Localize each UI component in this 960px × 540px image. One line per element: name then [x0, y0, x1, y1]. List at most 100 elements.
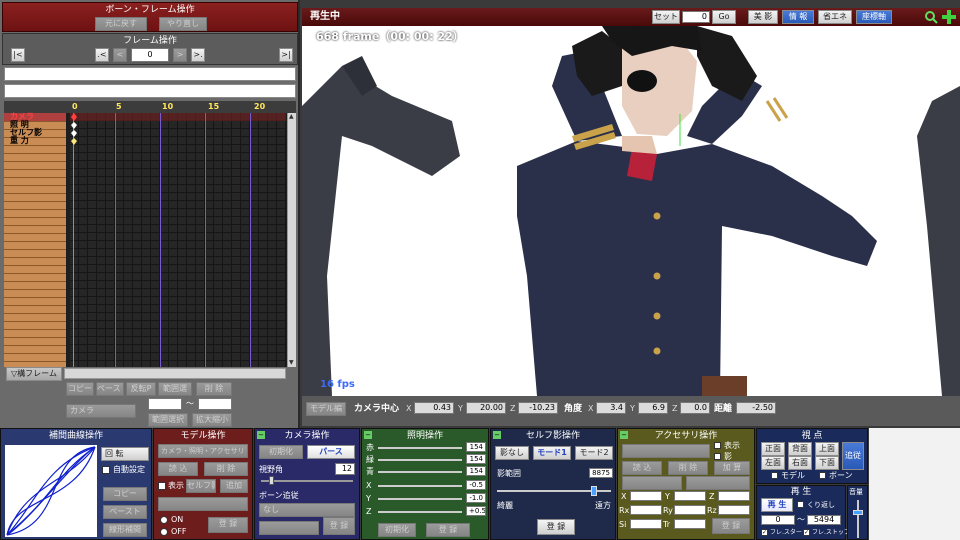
center-z-field[interactable]: -10.23 [518, 402, 558, 414]
linear-interp-button[interactable]: 線形補間 [103, 523, 147, 537]
shadow-mode2-button[interactable]: モード2 [575, 446, 613, 460]
accessory-load-button[interactable]: 読 込 [622, 461, 662, 475]
light-x-slider[interactable] [378, 485, 462, 487]
center-x-field[interactable]: 0.43 [414, 402, 454, 414]
view-bottom-button[interactable]: 下面 [815, 456, 839, 470]
view-follow-button[interactable]: 追従 [842, 442, 864, 470]
view-left-button[interactable]: 左面 [761, 456, 785, 470]
bone-follow-dropdown[interactable]: なし [259, 503, 355, 517]
on-radio[interactable] [160, 516, 168, 524]
shadow-mode1-button[interactable]: モード1 [533, 446, 571, 460]
timeline-scrollbar[interactable]: ▲ ▼ [287, 113, 296, 367]
accessory-dropdown[interactable] [622, 444, 710, 458]
acc-tr-field[interactable] [674, 519, 706, 529]
first-frame-button[interactable]: |< [11, 48, 25, 62]
copy-frame-button[interactable]: コピー [66, 382, 94, 396]
view-back-button[interactable]: 背面 [788, 442, 812, 456]
accessory-shadow-checkbox[interactable] [714, 453, 721, 460]
acc-rx-field[interactable] [630, 505, 662, 515]
fov-field[interactable]: 12 [335, 463, 355, 475]
light-r-field[interactable]: 154 [466, 442, 486, 452]
angle-z-field[interactable]: 0.0 [680, 402, 710, 414]
acc-z-field[interactable] [718, 491, 750, 501]
interp-curve-graph[interactable] [5, 445, 97, 537]
angle-x-field[interactable]: 3.4 [596, 402, 626, 414]
delete-frame-button[interactable]: 削 除 [196, 382, 232, 396]
prev-frame-button[interactable]: < [113, 48, 127, 62]
view-front-button[interactable]: 正面 [761, 442, 785, 456]
redo-button[interactable]: やり直し [159, 17, 207, 31]
auto-setting-checkbox[interactable] [102, 466, 110, 474]
light-z-slider[interactable] [378, 511, 462, 513]
center-y-field[interactable]: 20.00 [466, 402, 506, 414]
self-shadow-button[interactable]: セルフ影 [186, 479, 216, 493]
range-select-button[interactable]: 範囲選択 [148, 413, 188, 427]
interp-copy-button[interactable]: コピー [103, 487, 147, 501]
track-gravity[interactable]: 重 力 [4, 137, 66, 145]
show-model-checkbox[interactable] [158, 482, 166, 490]
view-top-button[interactable]: 上面 [815, 442, 839, 456]
scroll-up-icon[interactable]: ▲ [289, 114, 295, 120]
acc-y-field[interactable] [674, 491, 706, 501]
volume-thumb[interactable] [853, 510, 863, 515]
off-radio[interactable] [160, 528, 168, 536]
paste-frame-button[interactable]: ペースト [96, 382, 124, 396]
frame-start-checkbox[interactable]: ✓ [761, 529, 768, 536]
model-select-dropdown[interactable]: カメラ・照明・アクセサリ [158, 444, 248, 458]
light-y-field[interactable]: -1.0 [466, 493, 486, 503]
go-button[interactable]: Go [712, 10, 736, 24]
distance-field[interactable]: -2.50 [736, 402, 776, 414]
interp-paste-button[interactable]: ペースト [103, 505, 147, 519]
zoom-icon[interactable] [924, 10, 938, 24]
accessory-add-button[interactable]: 加 算 [714, 461, 750, 475]
accessory-target-dropdown[interactable] [686, 476, 750, 490]
acc-ry-field[interactable] [674, 505, 706, 515]
light-register-button[interactable]: 登 録 [426, 523, 470, 537]
fov-slider-thumb[interactable] [269, 476, 274, 485]
acc-si-field[interactable] [630, 519, 662, 529]
model-sub-dropdown[interactable] [158, 497, 248, 511]
accessory-bone-dropdown[interactable] [622, 476, 682, 490]
camera-register-button[interactable]: 登 録 [323, 517, 355, 535]
range-from-field[interactable] [148, 398, 182, 410]
model-add-button[interactable]: 追加 [220, 479, 248, 493]
play-button[interactable]: 再 生 [761, 498, 793, 512]
light-b-field[interactable]: 154 [466, 466, 486, 476]
keyframe-grid[interactable] [70, 113, 286, 367]
next-frame-button[interactable]: > [173, 48, 187, 62]
light-g-slider[interactable] [378, 459, 462, 461]
scroll-down-icon[interactable]: ▼ [289, 360, 295, 366]
play-to-field[interactable]: 5494 [807, 515, 841, 525]
range-to-field[interactable] [198, 398, 232, 410]
light-init-button[interactable]: 初期化 [378, 523, 416, 537]
shadow-range-thumb[interactable] [591, 486, 597, 496]
model-delete-button[interactable]: 削 除 [204, 462, 248, 476]
interp-type-dropdown[interactable]: 回 転 [101, 447, 149, 461]
light-r-slider[interactable] [378, 447, 462, 449]
light-y-slider[interactable] [378, 498, 462, 500]
shadow-range-field[interactable]: 8875 [589, 468, 613, 478]
vertical-select-button[interactable]: 範囲選 [158, 382, 192, 396]
beauty-shadow-button[interactable]: 美 影 [748, 10, 778, 24]
shadow-register-button[interactable]: 登 録 [537, 519, 575, 535]
fov-slider-track[interactable] [261, 480, 353, 482]
repeat-checkbox[interactable] [797, 501, 804, 508]
accessory-register-button[interactable]: 登 録 [712, 518, 750, 534]
model-load-button[interactable]: 読 込 [158, 462, 198, 476]
undo-button[interactable]: 元に戻す [95, 17, 147, 31]
model-select-dropdown[interactable]: カメラ [66, 404, 136, 418]
model-edit-button[interactable]: モデル編 [306, 402, 346, 416]
acc-rz-field[interactable] [718, 505, 750, 515]
move-icon[interactable] [942, 10, 956, 24]
set-frame-input[interactable]: 0 [682, 11, 710, 23]
3d-viewport[interactable]: 668 frame（00: 00: 22） 16 fps [302, 26, 960, 396]
accessory-show-checkbox[interactable] [714, 442, 721, 449]
scale-button[interactable]: 拡大縮小 [192, 413, 232, 427]
prev-key-button[interactable]: .< [95, 48, 109, 62]
play-from-field[interactable]: 0 [761, 515, 795, 525]
axis-button[interactable]: 座標軸 [856, 10, 892, 24]
last-frame-button[interactable]: >| [279, 48, 293, 62]
reverse-paste-button[interactable]: 反転P [126, 382, 156, 396]
energy-save-button[interactable]: 省エネ [818, 10, 852, 24]
timeline-hscrollbar[interactable] [64, 368, 286, 379]
